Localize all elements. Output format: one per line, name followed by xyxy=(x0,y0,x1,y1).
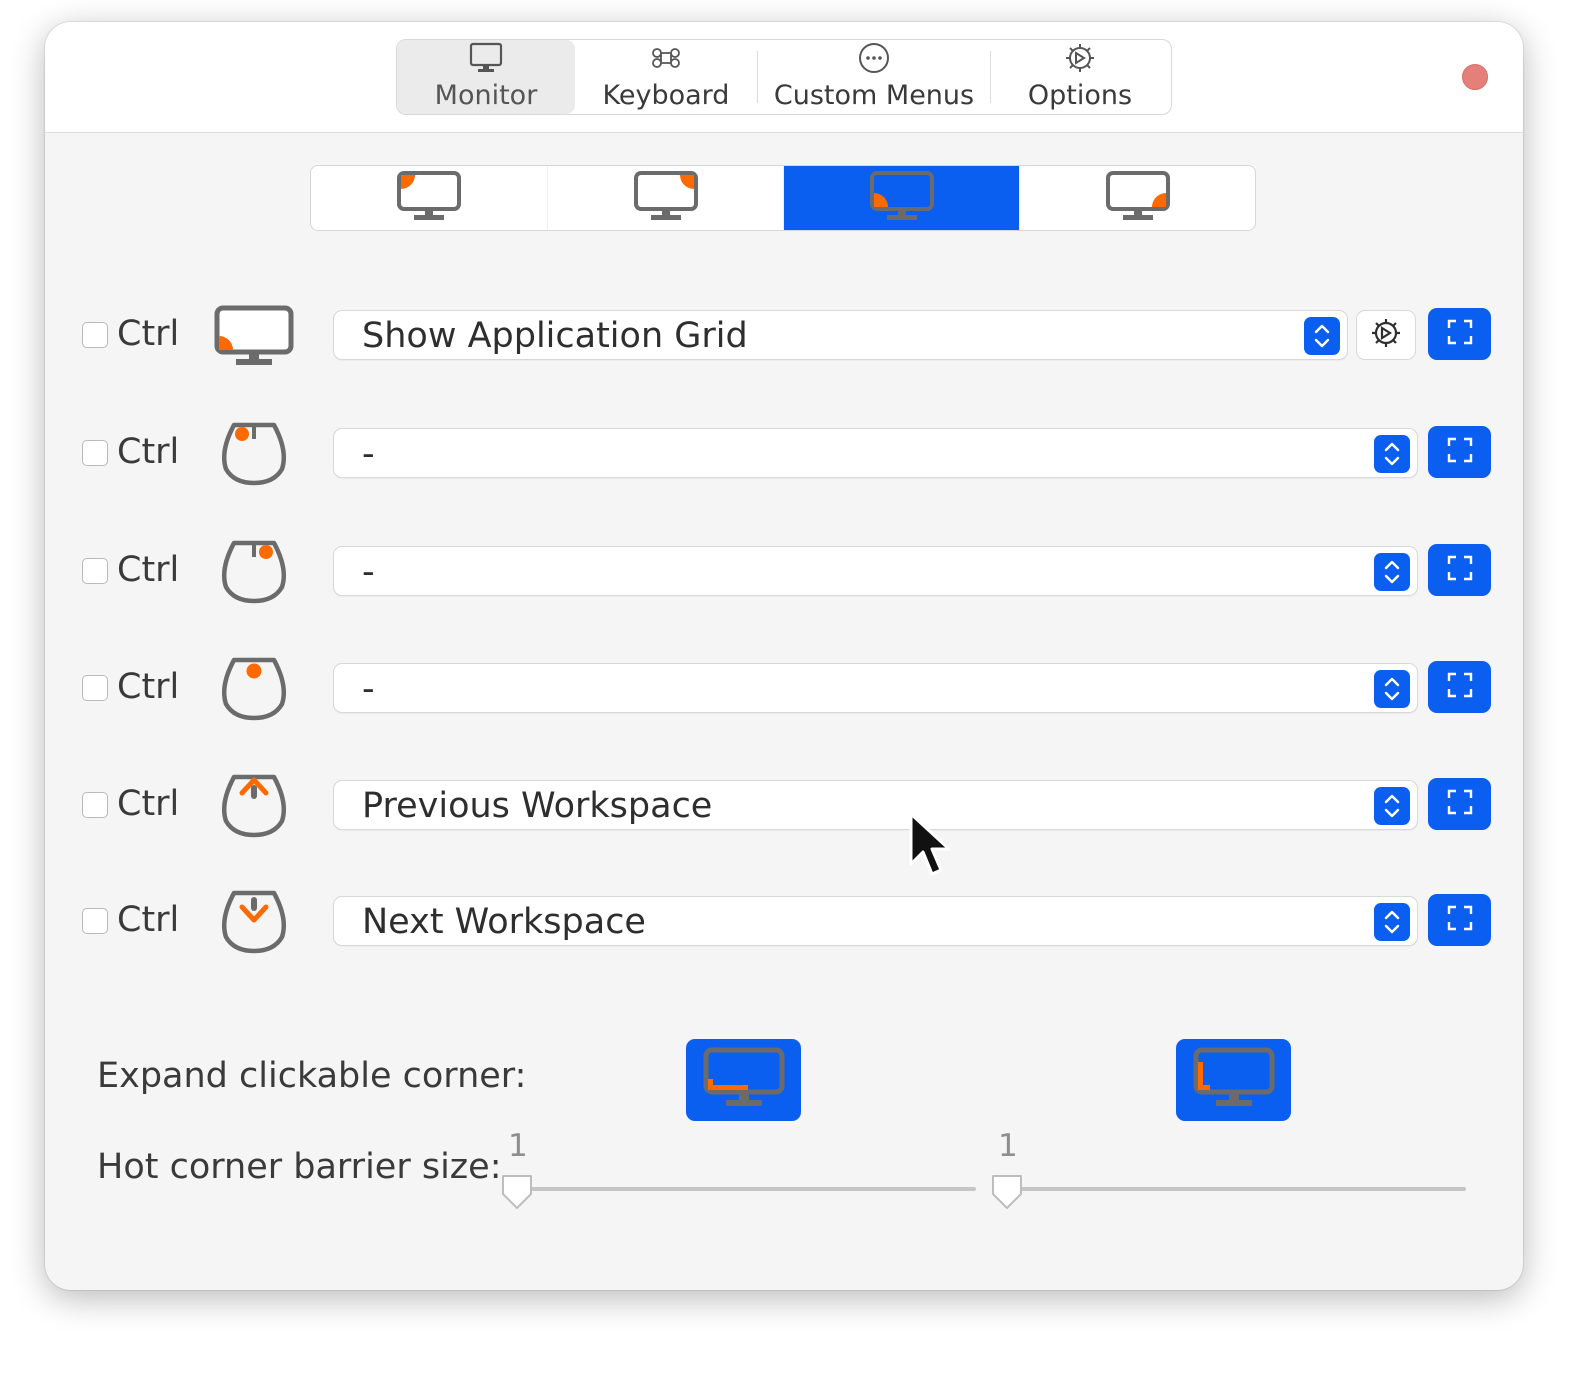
fullscreen-toggle-button[interactable] xyxy=(1428,426,1491,478)
settings-gear-icon xyxy=(1369,316,1403,354)
action-dropdown[interactable]: - xyxy=(333,663,1418,713)
action-dropdown[interactable]: Next Workspace xyxy=(333,896,1418,946)
slider-value: 1 xyxy=(998,1128,1018,1164)
monitor-vertical-edge-icon xyxy=(1192,1046,1276,1114)
tab-monitor[interactable]: Monitor xyxy=(397,40,575,114)
corner-top-left-button[interactable] xyxy=(311,166,547,230)
tab-switcher: Monitor Keyboard Custom Menus Options xyxy=(396,39,1172,115)
monitor-bottom-left-icon xyxy=(211,300,297,372)
more-circle-icon xyxy=(857,42,891,74)
monitor-icon xyxy=(469,42,503,74)
dropdown-value: - xyxy=(362,669,375,709)
ctrl-label: Ctrl xyxy=(117,667,180,707)
app-window: Monitor Keyboard Custom Menus Options Ct… xyxy=(45,22,1523,1290)
trigger-row-left-click: Ctrl - xyxy=(45,422,1523,486)
barrier-slider-track[interactable] xyxy=(1007,1187,1466,1191)
close-icon[interactable] xyxy=(1462,64,1488,90)
corner-bottom-left-button[interactable] xyxy=(783,166,1019,230)
dropdown-value: Next Workspace xyxy=(362,902,646,942)
updown-arrows-icon xyxy=(1304,317,1340,355)
trigger-row-scroll-up: Ctrl Previous Workspace xyxy=(45,774,1523,838)
header-bar: Monitor Keyboard Custom Menus Options xyxy=(45,22,1523,133)
fullscreen-icon xyxy=(1446,436,1474,468)
ctrl-label: Ctrl xyxy=(117,550,180,590)
barrier-size-label: Hot corner barrier size: xyxy=(97,1147,502,1187)
ctrl-checkbox[interactable] xyxy=(82,322,108,348)
ctrl-checkbox[interactable] xyxy=(82,792,108,818)
ctrl-checkbox[interactable] xyxy=(82,440,108,466)
ctrl-label: Ctrl xyxy=(117,900,180,940)
monitor-top-left-icon xyxy=(396,170,462,226)
monitor-top-right-icon xyxy=(633,170,699,226)
action-dropdown[interactable]: - xyxy=(333,428,1418,478)
corner-bottom-right-button[interactable] xyxy=(1019,166,1255,230)
fullscreen-toggle-button[interactable] xyxy=(1428,308,1491,360)
barrier-slider-handle[interactable] xyxy=(499,1172,535,1212)
dropdown-value: - xyxy=(362,434,375,474)
trigger-row-scroll-down: Ctrl Next Workspace xyxy=(45,890,1523,954)
dropdown-value: Previous Workspace xyxy=(362,786,713,826)
action-dropdown[interactable]: Show Application Grid xyxy=(333,310,1348,360)
fullscreen-icon xyxy=(1446,788,1474,820)
mouse-scroll-down-icon xyxy=(211,886,297,958)
ctrl-label: Ctrl xyxy=(117,784,180,824)
action-dropdown[interactable]: - xyxy=(333,546,1418,596)
fullscreen-toggle-button[interactable] xyxy=(1428,544,1491,596)
tab-custom-menus[interactable]: Custom Menus xyxy=(758,40,990,114)
command-key-icon xyxy=(650,42,682,74)
slider-value: 1 xyxy=(508,1128,528,1164)
fullscreen-icon xyxy=(1446,904,1474,936)
updown-arrows-icon xyxy=(1374,670,1410,708)
tab-options[interactable]: Options xyxy=(991,40,1169,114)
dropdown-value: - xyxy=(362,552,375,592)
action-settings-button[interactable] xyxy=(1356,310,1416,360)
updown-arrows-icon xyxy=(1374,787,1410,825)
monitor-bottom-left-icon xyxy=(869,170,935,226)
mouse-pointer-icon xyxy=(907,812,957,884)
mouse-left-click-icon xyxy=(211,418,297,490)
fullscreen-icon xyxy=(1446,671,1474,703)
trigger-row-middle-click: Ctrl - xyxy=(45,657,1523,721)
expand-vertical-toggle[interactable] xyxy=(1176,1039,1291,1121)
expand-corner-label: Expand clickable corner: xyxy=(97,1056,527,1096)
trigger-row-right-click: Ctrl - xyxy=(45,540,1523,604)
fullscreen-toggle-button[interactable] xyxy=(1428,778,1491,830)
mouse-right-click-icon xyxy=(211,536,297,608)
fullscreen-icon xyxy=(1446,318,1474,350)
corner-top-right-button[interactable] xyxy=(547,166,783,230)
settings-gear-icon xyxy=(1063,42,1097,74)
tab-label: Options xyxy=(1027,80,1133,111)
barrier-slider-track[interactable] xyxy=(517,1187,976,1191)
mouse-middle-click-icon xyxy=(211,653,297,725)
expand-horizontal-toggle[interactable] xyxy=(686,1039,801,1121)
updown-arrows-icon xyxy=(1374,553,1410,591)
dropdown-value: Show Application Grid xyxy=(362,316,748,356)
trigger-row-hot-corner: Ctrl Show Application Grid xyxy=(45,305,1523,366)
action-dropdown[interactable]: Previous Workspace xyxy=(333,780,1418,830)
monitor-horizontal-edge-icon xyxy=(702,1046,786,1114)
ctrl-checkbox[interactable] xyxy=(82,558,108,584)
ctrl-checkbox[interactable] xyxy=(82,675,108,701)
fullscreen-icon xyxy=(1446,554,1474,586)
fullscreen-toggle-button[interactable] xyxy=(1428,661,1491,713)
ctrl-label: Ctrl xyxy=(117,432,180,472)
fullscreen-toggle-button[interactable] xyxy=(1428,894,1491,946)
tab-label: Monitor xyxy=(434,80,538,111)
ctrl-checkbox[interactable] xyxy=(82,908,108,934)
mouse-scroll-up-icon xyxy=(211,770,297,842)
updown-arrows-icon xyxy=(1374,903,1410,941)
tab-label: Custom Menus xyxy=(773,80,975,111)
tab-label: Keyboard xyxy=(602,80,730,111)
monitor-bottom-right-icon xyxy=(1105,170,1171,226)
updown-arrows-icon xyxy=(1374,435,1410,473)
barrier-slider-handle[interactable] xyxy=(989,1172,1025,1212)
tab-keyboard[interactable]: Keyboard xyxy=(575,40,757,114)
ctrl-label: Ctrl xyxy=(117,314,180,354)
corner-selector xyxy=(310,165,1256,231)
